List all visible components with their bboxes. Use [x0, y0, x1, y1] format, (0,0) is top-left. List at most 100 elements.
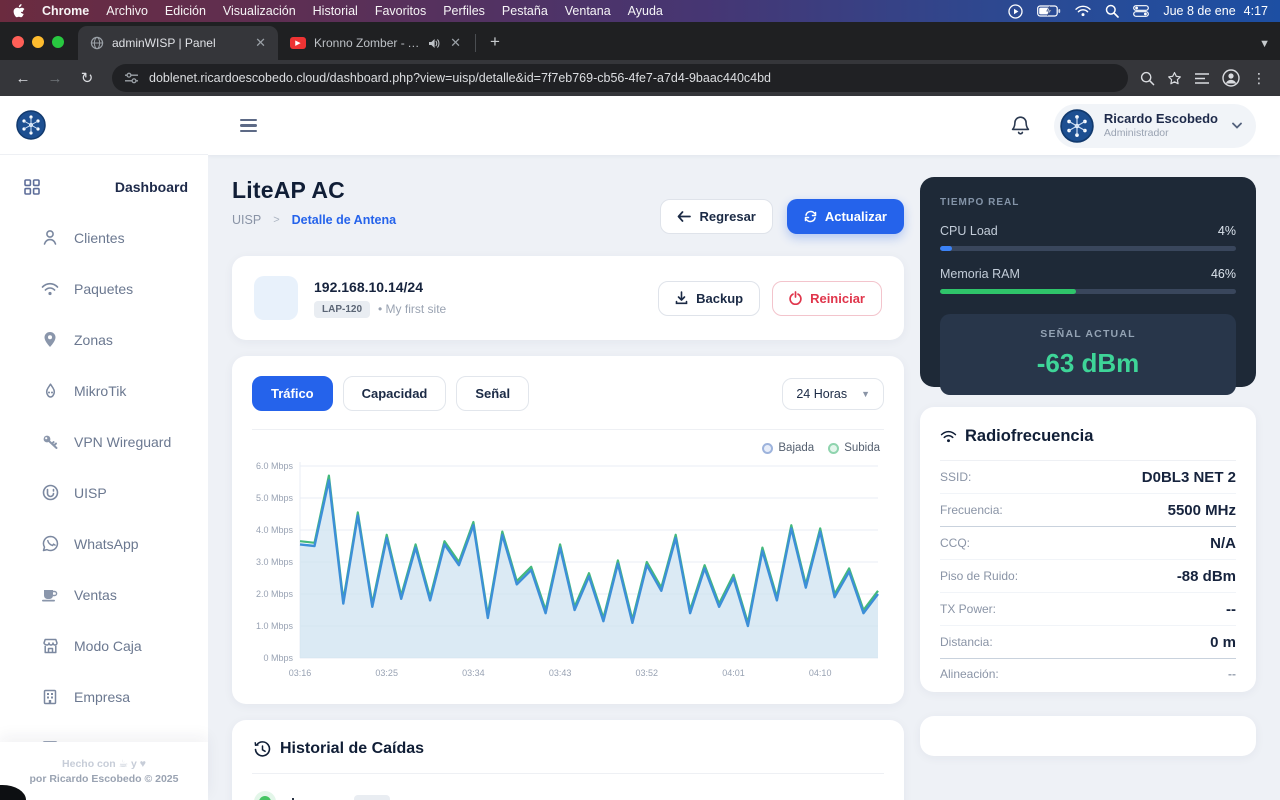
- bookmark-star-icon[interactable]: [1167, 71, 1182, 86]
- radio-title: Radiofrecuencia: [965, 427, 1094, 445]
- realtime-card: TIEMPO REAL CPU Load 4% Memoria RAM 46% …: [920, 177, 1256, 395]
- address-bar[interactable]: doblenet.ricardoescobedo.cloud/dashboard…: [112, 64, 1128, 92]
- breadcrumb-root[interactable]: UISP: [232, 213, 261, 227]
- sidebar-footer: Hecho con ☕ y ♥ por Ricardo Escobedo © 2…: [0, 742, 208, 800]
- downtime-history-card: Historial de Caídas: [232, 720, 904, 800]
- cpu-value: 4%: [1217, 224, 1236, 238]
- traffic-chart-card: Tráfico Capacidad Señal 24 Horas ▼ Bajad…: [232, 356, 904, 704]
- traffic-area-chart[interactable]: 0 Mbps 1.0 Mbps 2.0 Mbps 3.0 Mbps 4.0 Mbps 5.…: [252, 456, 884, 684]
- battery-icon[interactable]: [1037, 5, 1061, 17]
- spotlight-search-icon[interactable]: [1105, 4, 1120, 18]
- zoom-icon[interactable]: [1140, 71, 1155, 86]
- refresh-page-button[interactable]: Actualizar: [786, 199, 904, 234]
- menubar-item-favoritos[interactable]: Favoritos: [375, 4, 426, 18]
- reading-list-icon[interactable]: [1194, 72, 1210, 85]
- sidebar-item-modo-caja[interactable]: Modo Caja: [0, 620, 208, 671]
- next-card-clipped: [920, 716, 1256, 756]
- sync-icon: [804, 210, 817, 223]
- history-title: Historial de Caídas: [280, 740, 425, 757]
- apple-logo-icon[interactable]: [12, 3, 25, 19]
- time-range-select[interactable]: 24 Horas ▼: [782, 377, 884, 410]
- chrome-menu-icon[interactable]: ⋮: [1252, 70, 1266, 87]
- browser-tab-adminwisp[interactable]: adminWISP | Panel ✕: [78, 26, 278, 60]
- menubar-item-ayuda[interactable]: Ayuda: [628, 4, 663, 18]
- tab-senal[interactable]: Señal: [456, 376, 530, 411]
- menubar-item-pestana[interactable]: Pestaña: [502, 4, 548, 18]
- new-tab-button[interactable]: +: [482, 32, 508, 52]
- radio-row-distancia: Distancia: 0 m: [940, 626, 1236, 659]
- app-logo[interactable]: [16, 110, 46, 140]
- menubar-date[interactable]: Jue 8 de ene: [1163, 4, 1235, 18]
- cpu-label: CPU Load: [940, 224, 998, 238]
- sidebar-item-vpn-wireguard[interactable]: VPN Wireguard: [0, 416, 208, 467]
- menubar-item-archivo[interactable]: Archivo: [106, 4, 148, 18]
- wifi-icon[interactable]: [1075, 5, 1092, 17]
- sidebar-item-whatsapp[interactable]: WhatsApp: [0, 518, 208, 569]
- menubar-item-ventana[interactable]: Ventana: [565, 4, 611, 18]
- window-controls: [0, 36, 78, 60]
- svg-text:03:25: 03:25: [375, 668, 398, 678]
- menubar-item-chrome[interactable]: Chrome: [42, 4, 89, 18]
- sidebar-item-clientes[interactable]: Clientes: [0, 212, 208, 263]
- sidebar-toggle-button[interactable]: [240, 118, 257, 133]
- sidebar-item-label: Modo Caja: [74, 637, 142, 654]
- sidebar-item-zonas[interactable]: Zonas: [0, 314, 208, 365]
- minimize-window-button[interactable]: [32, 36, 44, 48]
- breadcrumb-current: Detalle de Antena: [291, 213, 397, 227]
- select-caret-icon: ▼: [861, 388, 870, 399]
- forward-button[interactable]: →: [42, 70, 68, 87]
- menubar-time[interactable]: 4:17: [1244, 4, 1268, 18]
- svg-text:6.0 Mbps: 6.0 Mbps: [256, 461, 294, 471]
- tab-close-icon[interactable]: ✕: [253, 35, 268, 51]
- ram-label: Memoria RAM: [940, 267, 1020, 281]
- tab-search-chevron-icon[interactable]: ▼: [1259, 38, 1270, 50]
- tab-trafico[interactable]: Tráfico: [252, 376, 333, 411]
- coffee-cup-icon: [40, 587, 60, 602]
- history-row[interactable]: [254, 791, 882, 800]
- sidebar-item-dashboard[interactable]: Dashboard: [0, 161, 208, 212]
- sidebar-item-mikrotik[interactable]: MikroTik: [0, 365, 208, 416]
- sidebar-item-paquetes[interactable]: Paquetes: [0, 263, 208, 314]
- back-button[interactable]: ←: [10, 70, 36, 87]
- tab-separator: [475, 34, 476, 52]
- menubar-item-visualizacion[interactable]: Visualización: [223, 4, 296, 18]
- menubar-item-edicion[interactable]: Edición: [165, 4, 206, 18]
- close-window-button[interactable]: [12, 36, 24, 48]
- media-play-icon[interactable]: [1008, 3, 1024, 19]
- legend-subida-icon: [828, 442, 840, 454]
- radio-row-alineacion: Alineación: --: [940, 666, 1236, 681]
- site-settings-icon[interactable]: [124, 72, 139, 84]
- page-title: LiteAP AC: [232, 177, 345, 203]
- breadcrumb: UISP > Detalle de Antena: [232, 213, 396, 227]
- menubar-item-historial[interactable]: Historial: [313, 4, 358, 18]
- browser-tab-youtube[interactable]: ▶ Kronno Zomber - Amor de ✕: [278, 26, 473, 60]
- radio-row-tx-power: TX Power: --: [940, 593, 1236, 626]
- back-page-button[interactable]: Regresar: [660, 199, 773, 234]
- uisp-icon: [40, 484, 60, 501]
- signal-box: SEÑAL ACTUAL -63 dBm: [940, 314, 1236, 395]
- user-menu[interactable]: Ricardo Escobedo Administrador: [1053, 103, 1256, 148]
- svg-text:3.0 Mbps: 3.0 Mbps: [256, 557, 294, 567]
- notifications-bell-icon[interactable]: [1011, 115, 1030, 136]
- wifi-icon: [40, 282, 60, 296]
- menubar-item-perfiles[interactable]: Perfiles: [443, 4, 485, 18]
- sidebar-item-ventas[interactable]: Ventas: [0, 569, 208, 620]
- chrome-toolbar: ← → ↻ doblenet.ricardoescobedo.cloud/das…: [0, 60, 1280, 96]
- tab-audio-icon[interactable]: [428, 38, 440, 49]
- profile-avatar-icon[interactable]: [1222, 69, 1240, 87]
- ram-value: 46%: [1210, 267, 1236, 281]
- reboot-button[interactable]: Reiniciar: [772, 280, 882, 316]
- svg-text:03:52: 03:52: [636, 668, 659, 678]
- sidebar-item-empresa[interactable]: Empresa: [0, 671, 208, 722]
- maximize-window-button[interactable]: [52, 36, 64, 48]
- svg-text:5.0 Mbps: 5.0 Mbps: [256, 493, 294, 503]
- tab-close-icon[interactable]: ✕: [448, 35, 463, 51]
- reload-button[interactable]: ↻: [74, 69, 100, 87]
- svg-text:4.0 Mbps: 4.0 Mbps: [256, 525, 294, 535]
- backup-button[interactable]: Backup: [658, 280, 761, 316]
- svg-text:04:10: 04:10: [809, 668, 832, 678]
- history-clock-icon: [254, 740, 271, 757]
- tab-capacidad[interactable]: Capacidad: [342, 376, 447, 411]
- sidebar-item-uisp[interactable]: UISP: [0, 467, 208, 518]
- control-center-icon[interactable]: [1133, 5, 1150, 17]
